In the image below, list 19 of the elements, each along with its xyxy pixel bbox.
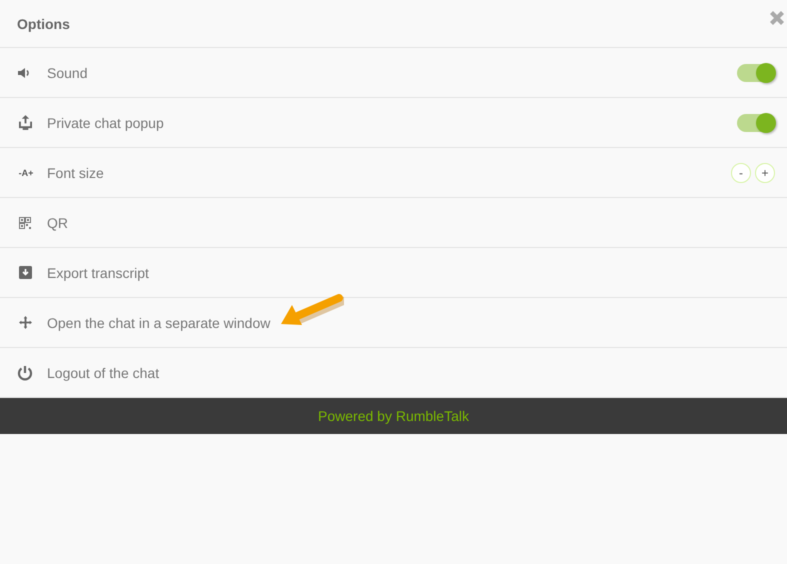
option-label[interactable]: Font size [47, 164, 104, 180]
move-icon [17, 316, 33, 329]
option-label[interactable]: Export transcript [47, 264, 149, 280]
decrease-button[interactable]: - [731, 162, 751, 182]
toggle-switch[interactable] [737, 64, 775, 82]
font-size-icon: -A+ [17, 168, 35, 178]
qr-code-icon [17, 216, 33, 228]
option-label[interactable]: Logout of the chat [47, 364, 160, 380]
option-label[interactable]: Open the chat in a separate window [47, 314, 270, 330]
increase-button[interactable]: + [755, 162, 775, 182]
footer-link[interactable]: Powered by RumbleTalk [318, 408, 469, 424]
upload-icon [17, 115, 33, 130]
option-label[interactable]: QR [47, 214, 68, 230]
power-icon [17, 364, 33, 380]
download-icon [17, 266, 33, 279]
toggle-switch[interactable] [737, 114, 775, 132]
option-label[interactable]: Private chat popup [47, 114, 164, 130]
panel-title: Options [17, 16, 70, 32]
option-label[interactable]: Sound [47, 64, 88, 80]
